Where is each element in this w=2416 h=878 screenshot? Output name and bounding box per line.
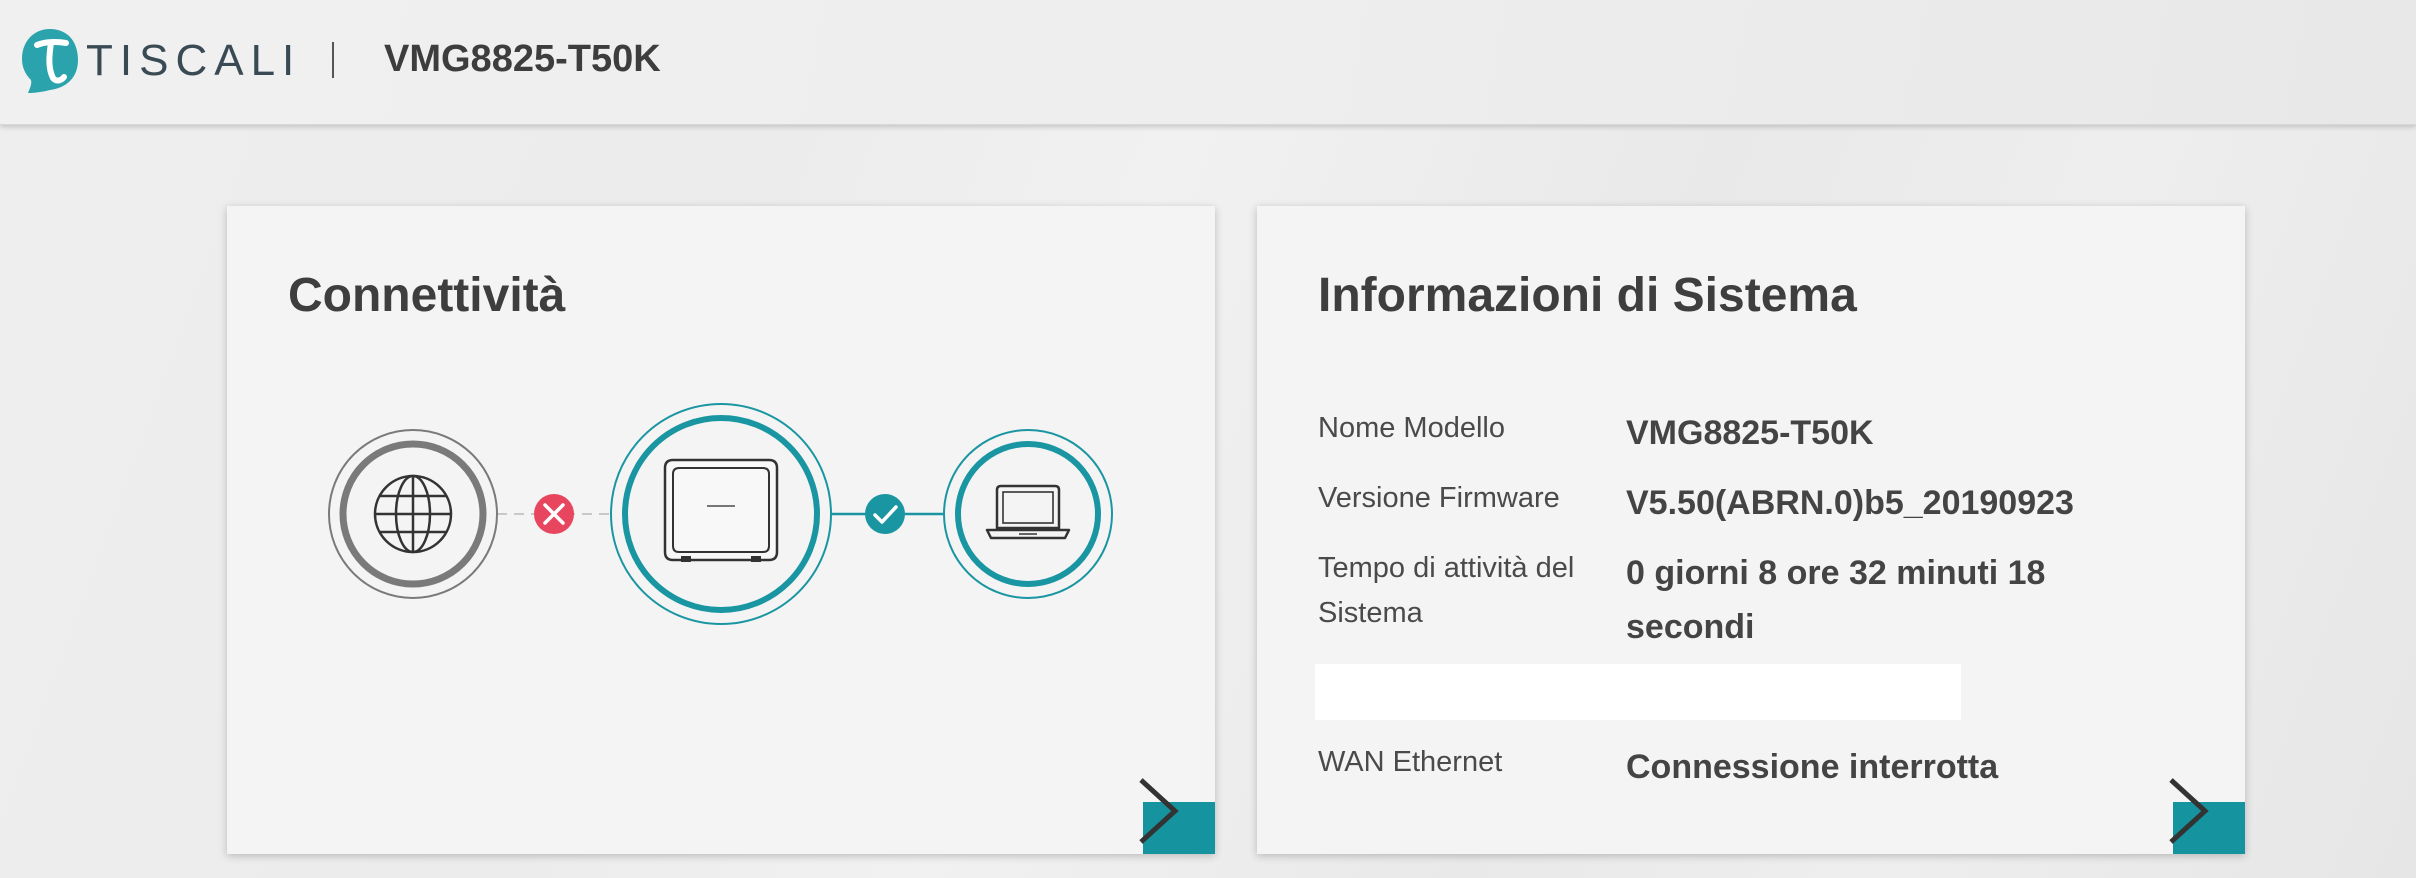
chevron-right-icon[interactable] [2163,776,2213,846]
laptop-icon[interactable] [943,429,1113,599]
chevron-right-icon[interactable] [1133,776,1183,846]
info-label: WAN Ethernet [1318,746,1503,778]
info-value: V5.50(ABRN.0)b5_20190923 [1626,484,2074,522]
top-bar: TISCALI VMG8825-T50K [0,0,2416,125]
info-label: Nome Modello [1318,412,1505,444]
system-info-card: Informazioni di Sistema Nome Modello VMG… [1257,206,2245,854]
info-value: Connessione interrotta [1626,748,1999,786]
brand-name: TISCALI [86,36,302,85]
x-circle-icon [534,494,574,534]
info-label: Tempo di attività del Sistema [1318,552,1575,629]
info-value: VMG8825-T50K [1626,414,1874,452]
router-icon[interactable] [610,403,832,625]
connectivity-diagram [328,403,1113,625]
tiscali-logo-icon[interactable] [20,26,80,94]
info-label: Versione Firmware [1318,482,1560,514]
blank-row [1315,664,1961,720]
globe-icon[interactable] [328,429,498,599]
device-model-title: VMG8825-T50K [384,38,661,80]
connectivity-card: Connettività [227,206,1215,854]
info-value: 0 giorni 8 ore 32 minuti 18 secondi [1626,554,2046,646]
system-info-title: Informazioni di Sistema [1318,269,1857,322]
check-circle-icon [865,494,905,534]
header-divider [332,42,334,78]
